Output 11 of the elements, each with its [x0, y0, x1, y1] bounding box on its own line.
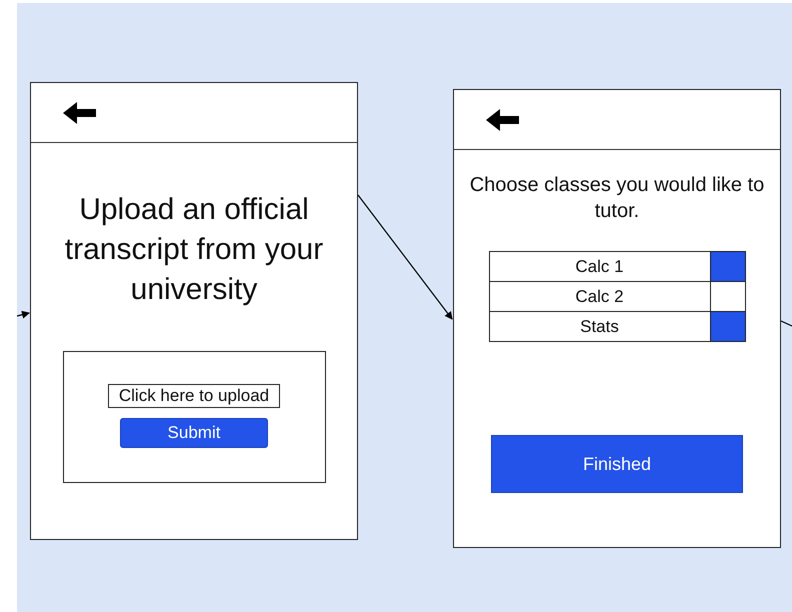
upload-field[interactable]: Click here to upload: [108, 384, 280, 408]
class-checkbox[interactable]: [710, 252, 744, 281]
back-arrow-icon[interactable]: [486, 108, 520, 130]
class-checkbox[interactable]: [710, 312, 744, 341]
back-arrow-icon[interactable]: [63, 102, 97, 124]
screen-heading: Choose classes you would like to tutor.: [468, 173, 766, 224]
screen-heading: Upload an official transcript from your university: [64, 192, 324, 308]
submit-button[interactable]: Submit: [120, 418, 268, 448]
connector-line: [780, 320, 792, 327]
finished-button[interactable]: Finished: [491, 435, 743, 493]
connector-arrow: [17, 310, 30, 319]
